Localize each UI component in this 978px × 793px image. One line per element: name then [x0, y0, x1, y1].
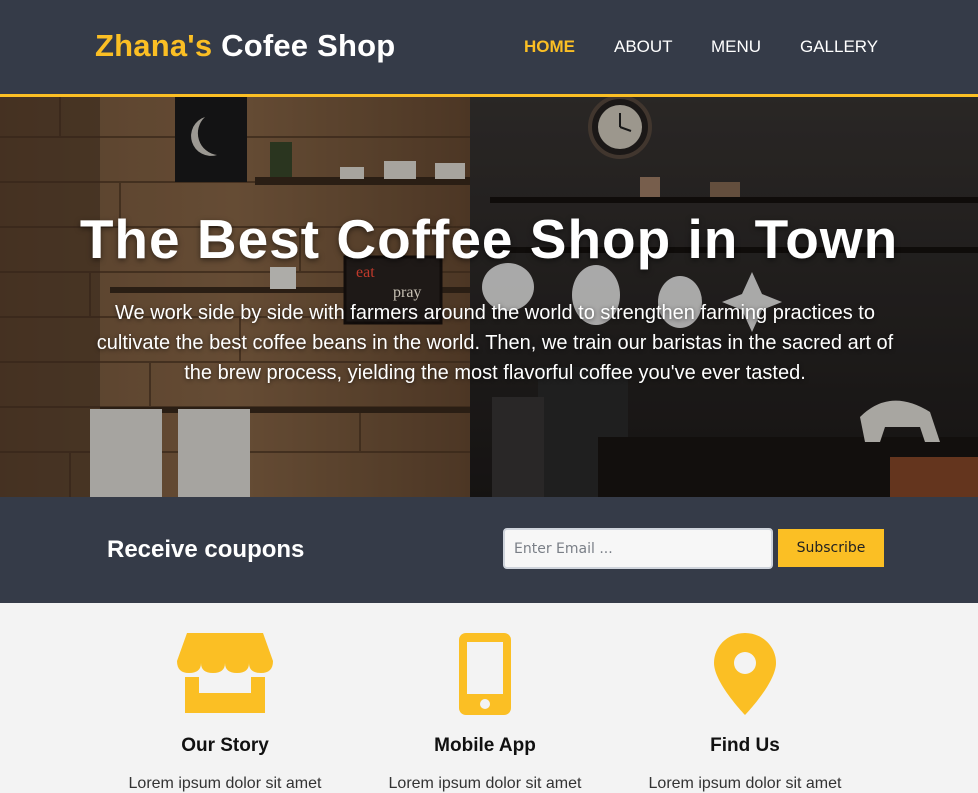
email-input[interactable] — [503, 528, 773, 569]
feature-mobile-app: Mobile App Lorem ipsum dolor sit amet — [365, 603, 605, 792]
mobile-phone-icon — [459, 633, 511, 715]
subscribe-button[interactable]: Subscribe — [778, 529, 884, 567]
hero-description: We work side by side with farmers around… — [96, 302, 894, 384]
site-header: Zhana's Cofee Shop HOME ABOUT MENU GALLE… — [0, 0, 978, 97]
store-icon — [177, 633, 273, 713]
feature-our-story: Our Story Lorem ipsum dolor sit amet — [105, 603, 345, 792]
nav-item-home[interactable]: HOME — [524, 37, 575, 57]
feature-title: Mobile App — [434, 735, 536, 756]
hero-title: The Best Coffee Shop in Town — [79, 208, 899, 270]
feature-text: Lorem ipsum dolor sit amet — [648, 775, 842, 792]
feature-text: Lorem ipsum dolor sit amet — [388, 775, 582, 792]
features-section: Our Story Lorem ipsum dolor sit amet Mob… — [0, 603, 978, 792]
coupons-heading: Receive coupons — [107, 536, 305, 563]
coupon-section: Receive coupons Subscribe — [0, 497, 978, 603]
nav-item-about[interactable]: ABOUT — [614, 37, 673, 57]
feature-title: Our Story — [181, 735, 269, 756]
map-marker-icon — [714, 633, 776, 715]
feature-title: Find Us — [710, 735, 780, 756]
hero-background-image: eat pray — [0, 97, 978, 497]
hero-section: eat pray The Best Coffee Shop in Town We… — [0, 97, 978, 497]
feature-find-us: Find Us Lorem ipsum dolor sit amet — [625, 603, 865, 792]
main-nav: HOME ABOUT MENU GALLERY — [0, 37, 978, 57]
nav-item-gallery[interactable]: GALLERY — [800, 37, 878, 57]
nav-item-menu[interactable]: MENU — [711, 37, 761, 57]
feature-text: Lorem ipsum dolor sit amet — [128, 775, 322, 792]
